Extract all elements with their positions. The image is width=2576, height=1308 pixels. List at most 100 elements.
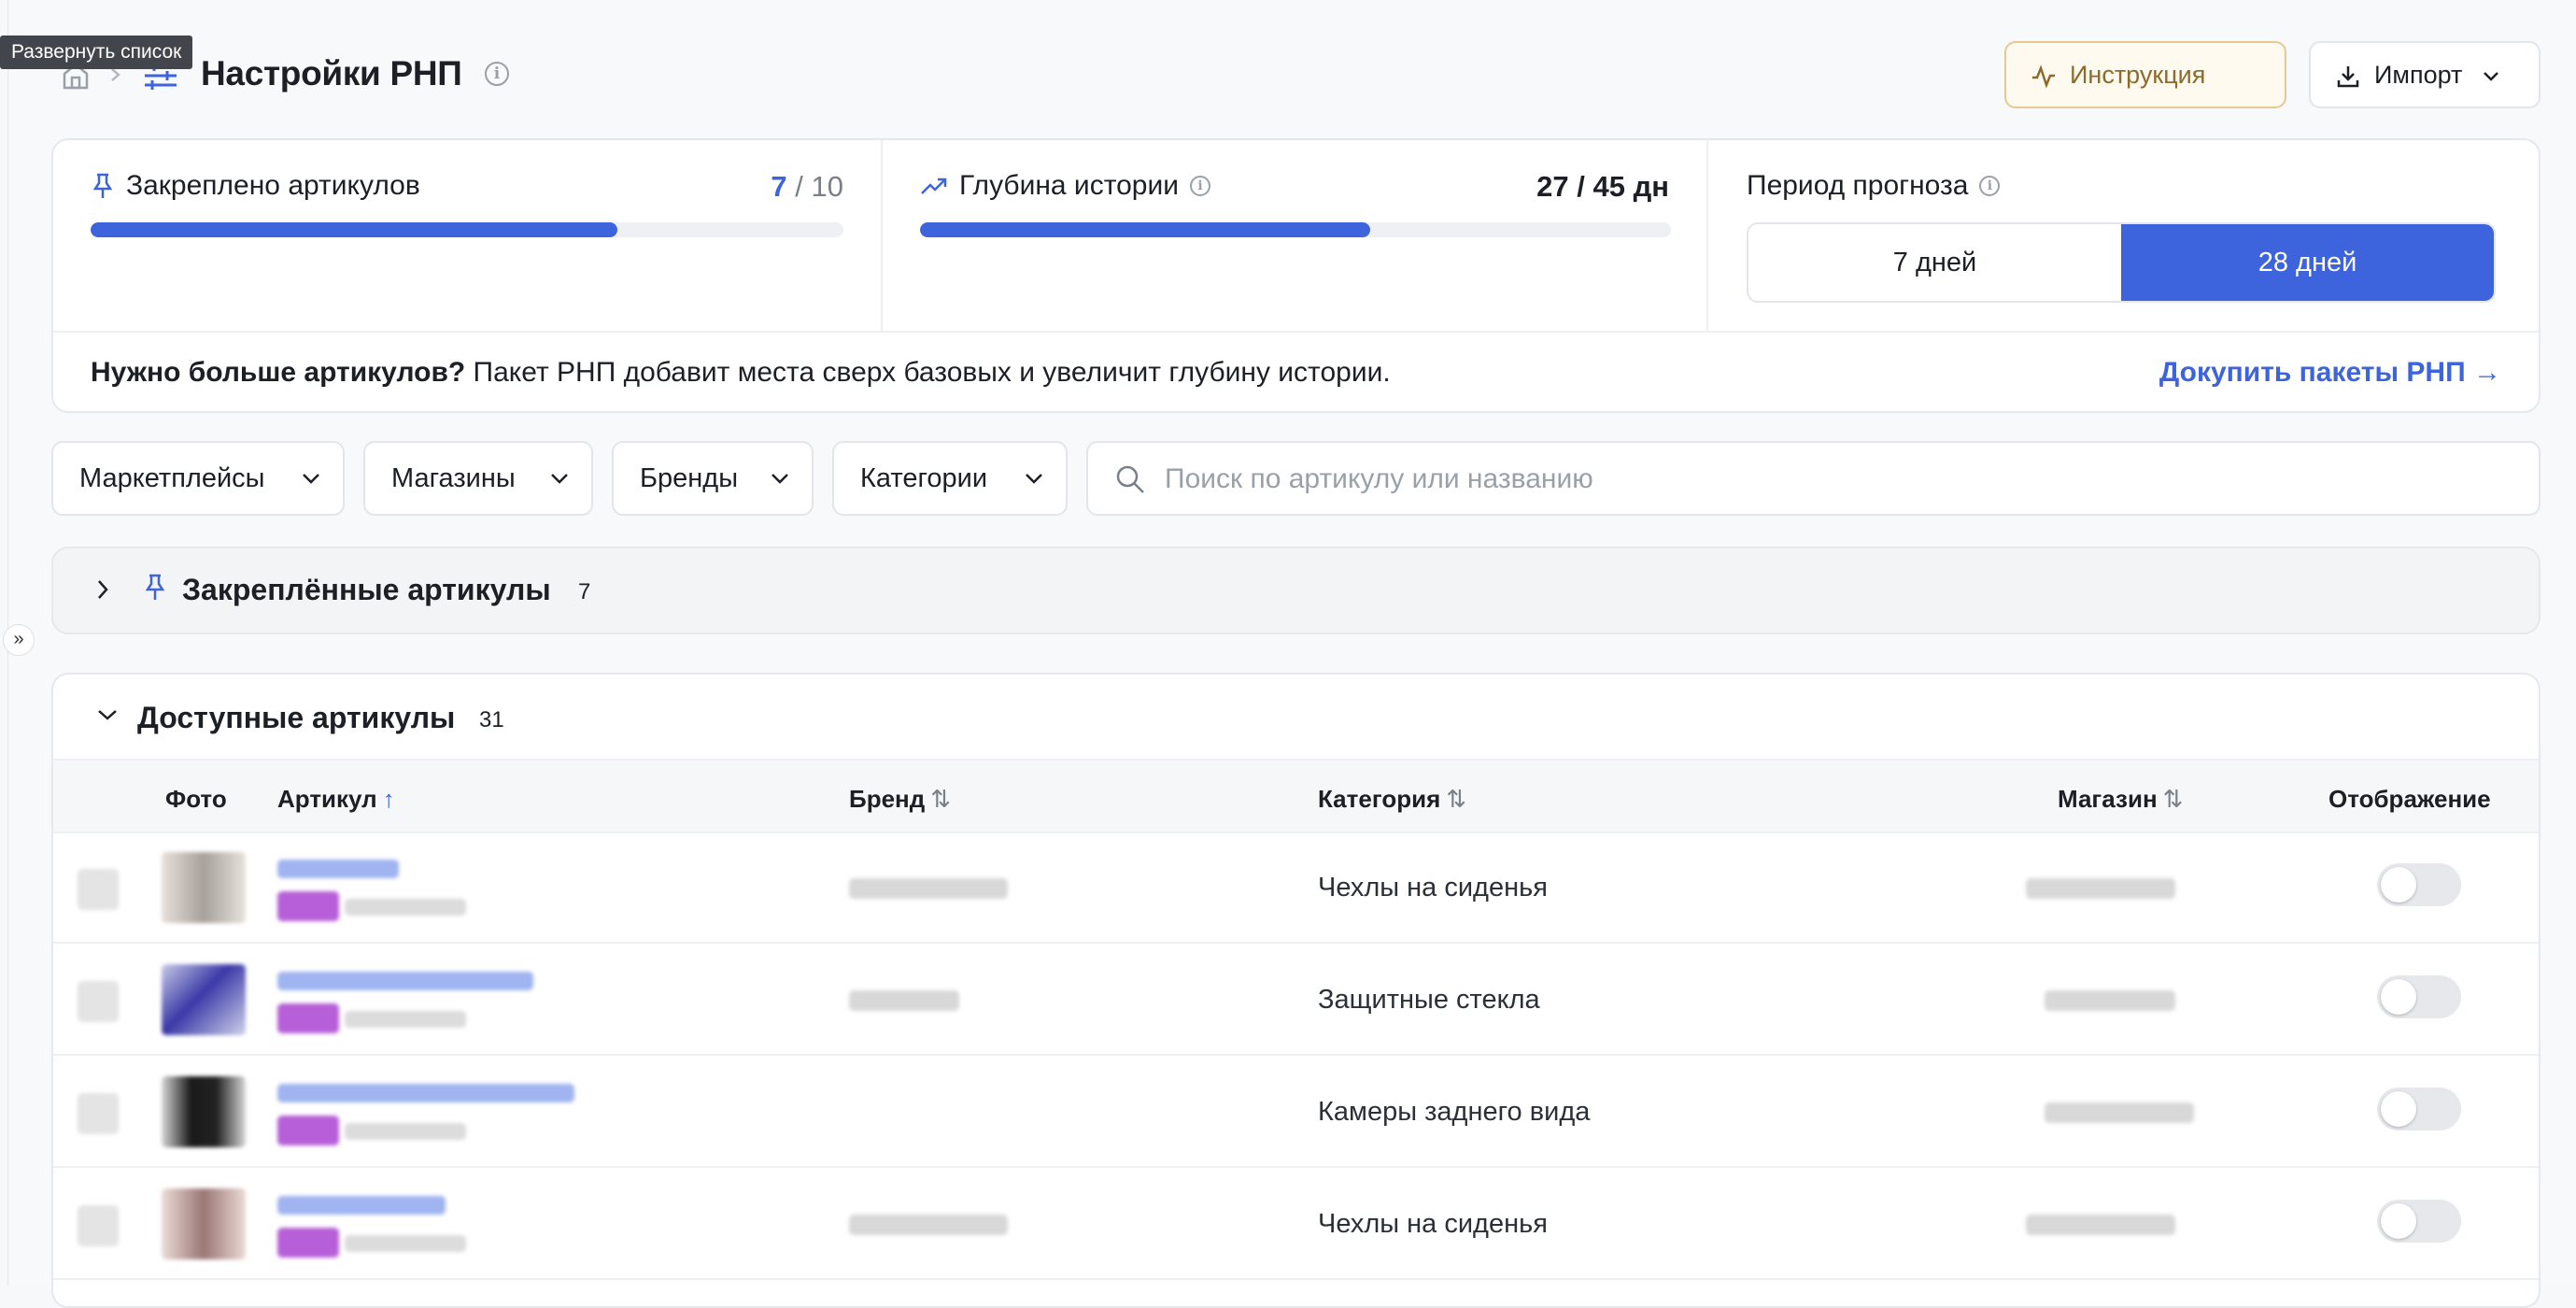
forecast-option-7[interactable]: 7 дней — [1748, 224, 2121, 301]
column-header-category[interactable]: Категория ⇅ — [1318, 785, 1466, 814]
limits-card: Закреплено артикулов 7 / 10 Глубина исто… — [51, 138, 2541, 413]
expand-sidebar-button[interactable]: » — [3, 624, 35, 656]
column-header-article[interactable]: Артикул ↑ — [277, 785, 395, 814]
row-checkbox[interactable] — [78, 981, 119, 1022]
pinned-stat-value-row: 7 / 10 — [771, 170, 843, 204]
pinned-progress-fill — [91, 222, 618, 237]
row-checkbox[interactable] — [78, 869, 119, 910]
article-badge — [277, 1003, 339, 1033]
article-link[interactable] — [277, 1084, 574, 1102]
info-icon[interactable]: i — [1189, 176, 1210, 196]
info-icon[interactable]: i — [1979, 176, 2001, 196]
info-icon[interactable]: i — [485, 62, 509, 86]
table-row[interactable]: Чехлы на сиденья — [53, 833, 2539, 944]
product-photo — [162, 964, 246, 1035]
article-badge — [277, 1228, 339, 1258]
sort-icon: ⇅ — [1446, 785, 1467, 813]
page: » Настройки РНП i Инструкция Импорт Закр… — [3, 0, 2576, 1308]
stores-filter-label: Магазины — [391, 463, 516, 493]
forecast-stat: Период прогноза i 7 дней 28 дней — [1708, 140, 2541, 331]
store-cell — [2026, 878, 2175, 899]
row-checkbox[interactable] — [78, 1093, 119, 1134]
import-button-label: Импорт — [2374, 61, 2463, 89]
toggle-knob — [2381, 1203, 2416, 1239]
instruction-button[interactable]: Инструкция — [2004, 41, 2286, 108]
page-title: Настройки РНП — [201, 54, 462, 92]
page-header: Настройки РНП i Инструкция Импорт — [51, 41, 2541, 108]
available-section-title: Доступные артикулы — [137, 701, 456, 734]
pin-icon — [91, 172, 115, 200]
column-header-brand[interactable]: Бренд ⇅ — [849, 785, 951, 814]
search-icon — [1114, 463, 1146, 495]
search-placeholder: Поиск по артикулу или названию — [1165, 463, 1593, 494]
store-cell — [2045, 990, 2175, 1011]
article-subtitle — [345, 1235, 466, 1252]
chevron-down-icon — [550, 473, 569, 485]
brands-filter[interactable]: Бренды — [612, 441, 814, 516]
history-stat: Глубина истории i 27 / 45 дн — [883, 140, 1708, 331]
table-row[interactable]: Чехлы на сиденья — [53, 1170, 2539, 1280]
pinned-progress-bar — [91, 222, 843, 237]
categories-filter[interactable]: Категории — [832, 441, 1068, 516]
activity-pulse-icon — [2031, 64, 2057, 90]
column-header-display: Отображение — [2328, 785, 2491, 813]
history-stat-value: 27 / 45 дн — [1536, 170, 1669, 203]
available-section-count: 31 — [479, 707, 504, 732]
table-row[interactable]: Камеры заднего вида — [53, 1058, 2539, 1168]
brand-cell — [849, 990, 959, 1011]
chevron-right-icon[interactable] — [96, 578, 109, 601]
column-header-store[interactable]: Магазин ⇅ — [2058, 785, 2183, 814]
brands-filter-label: Бренды — [640, 463, 739, 493]
filter-bar: Маркетплейсы Магазины Бренды Категории П… — [51, 441, 2541, 518]
history-progress-fill — [920, 222, 1371, 237]
chevron-down-icon — [302, 473, 320, 485]
forecast-option-28[interactable]: 28 дней — [2121, 224, 2494, 301]
history-stat-label-row: Глубина истории i — [920, 170, 1210, 202]
categories-filter-label: Категории — [860, 463, 988, 493]
history-stat-label: Глубина истории — [959, 170, 1179, 201]
category-cell: Защитные стекла — [1318, 985, 1540, 1015]
forecast-period-toggle: 7 дней 28 дней — [1747, 222, 2496, 303]
upsell-banner: Нужно больше артикулов? Пакет РНП добави… — [53, 331, 2539, 413]
product-photo — [162, 1188, 246, 1259]
pinned-section-title: Закреплённые артикулы — [182, 573, 551, 606]
chevron-down-icon — [2483, 71, 2499, 82]
article-subtitle — [345, 1011, 466, 1028]
row-checkbox[interactable] — [78, 1205, 119, 1246]
display-toggle[interactable] — [2377, 863, 2461, 906]
display-toggle[interactable] — [2377, 1200, 2461, 1243]
category-cell: Чехлы на сиденья — [1318, 873, 1548, 903]
column-header-photo: Фото — [165, 785, 227, 813]
table-row[interactable]: Защитные стекла — [53, 945, 2539, 1056]
column-header-brand-label: Бренд — [849, 785, 926, 813]
pinned-section-count: 7 — [578, 579, 591, 604]
column-header-article-label: Артикул — [277, 785, 377, 813]
pinned-stat-value: 7 — [771, 170, 787, 203]
table-header: Фото Артикул ↑ Бренд ⇅ Категория ⇅ Магазин ⇅… — [53, 759, 2539, 833]
article-subtitle — [345, 1123, 466, 1140]
display-toggle[interactable] — [2377, 975, 2461, 1018]
upsell-text-row: Нужно больше артикулов? Пакет РНП добави… — [91, 357, 1391, 389]
sort-icon: ⇅ — [2162, 785, 2184, 813]
article-link[interactable] — [277, 860, 399, 878]
article-link[interactable] — [277, 1196, 446, 1215]
chevron-down-icon[interactable] — [96, 708, 119, 721]
buy-packages-link[interactable]: Докупить пакеты РНП → — [2159, 357, 2501, 389]
article-link[interactable] — [277, 972, 533, 990]
toggle-knob — [2381, 979, 2416, 1015]
pinned-articles-section[interactable]: Закреплённые артикулы 7 — [51, 547, 2541, 634]
pinned-stat-total: / 10 — [795, 170, 843, 203]
available-articles-section: Доступные артикулы 31 Фото Артикул ↑ Брен… — [51, 673, 2541, 1308]
upsell-text: Пакет РНП добавит места сверх базовых и … — [465, 357, 1391, 388]
brand-cell — [849, 1215, 1008, 1235]
import-button[interactable]: Импорт — [2309, 41, 2541, 108]
tooltip-expand-list: Развернуть список — [0, 36, 193, 69]
store-cell — [2045, 1102, 2194, 1123]
display-toggle[interactable] — [2377, 1088, 2461, 1130]
marketplaces-filter-label: Маркетплейсы — [79, 463, 265, 493]
stores-filter[interactable]: Магазины — [363, 441, 593, 516]
search-input[interactable]: Поиск по артикулу или названию — [1086, 441, 2541, 516]
marketplaces-filter[interactable]: Маркетплейсы — [51, 441, 345, 516]
forecast-stat-label: Период прогноза — [1747, 170, 1969, 201]
pinned-stat-label: Закреплено артикулов — [126, 170, 420, 201]
